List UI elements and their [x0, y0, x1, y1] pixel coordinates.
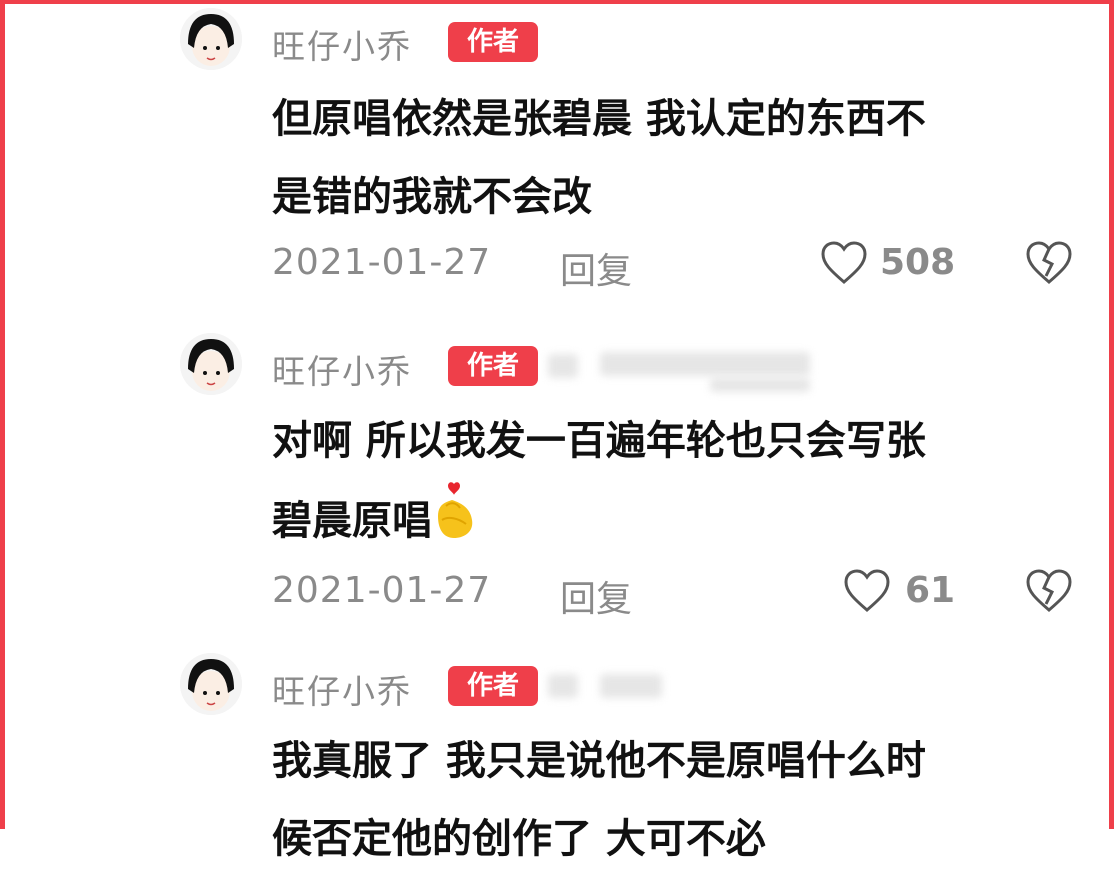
redacted-name	[548, 674, 578, 698]
comment-text-line: 碧晨原唱	[272, 498, 432, 544]
avatar[interactable]	[180, 8, 242, 70]
like-count: 61	[905, 570, 956, 611]
avatar[interactable]	[180, 653, 242, 715]
redacted-name	[710, 378, 810, 392]
avatar[interactable]	[180, 333, 242, 395]
heart-outline-icon[interactable]	[843, 568, 891, 614]
reply-button[interactable]: 回复	[560, 242, 632, 294]
comment-text-line: 是错的我就不会改	[272, 174, 592, 220]
author-badge: 作者	[448, 22, 538, 62]
heart-outline-icon[interactable]	[820, 240, 868, 286]
comment-text-line: 我真服了 我只是说他不是原唱什么时	[272, 738, 926, 784]
author-badge: 作者	[448, 346, 538, 386]
comment-date: 2021-01-27	[272, 242, 492, 283]
username[interactable]: 旺仔小乔	[272, 345, 412, 393]
redacted-name	[600, 674, 662, 698]
comment-text: 但原唱依然是张碧晨 我认定的东西不 是错的我就不会改	[272, 80, 1072, 236]
reply-button[interactable]: 回复	[560, 570, 632, 622]
comment-text-line: 候否定他的创作了 大可不必	[272, 816, 766, 862]
like-count: 508	[880, 242, 956, 283]
author-badge: 作者	[448, 666, 538, 706]
comment-date: 2021-01-27	[272, 570, 492, 611]
comment-text-line: 但原唱依然是张碧晨 我认定的东西不	[272, 96, 926, 142]
comment-text: 对啊 所以我发一百遍年轮也只会写张 碧晨原唱	[272, 402, 1072, 566]
broken-heart-icon[interactable]	[1025, 568, 1073, 618]
redacted-name	[548, 354, 578, 378]
comment-text: 我真服了 我只是说他不是原唱什么时 候否定他的创作了 大可不必	[272, 722, 1072, 878]
username[interactable]: 旺仔小乔	[272, 20, 412, 68]
broken-heart-icon[interactable]	[1025, 240, 1073, 290]
redacted-name	[600, 352, 810, 376]
username[interactable]: 旺仔小乔	[272, 665, 412, 713]
finger-heart-emoji	[432, 480, 478, 566]
comment-text-line: 对啊 所以我发一百遍年轮也只会写张	[272, 418, 926, 464]
comment-text-line: 碧晨原唱	[272, 480, 1072, 566]
